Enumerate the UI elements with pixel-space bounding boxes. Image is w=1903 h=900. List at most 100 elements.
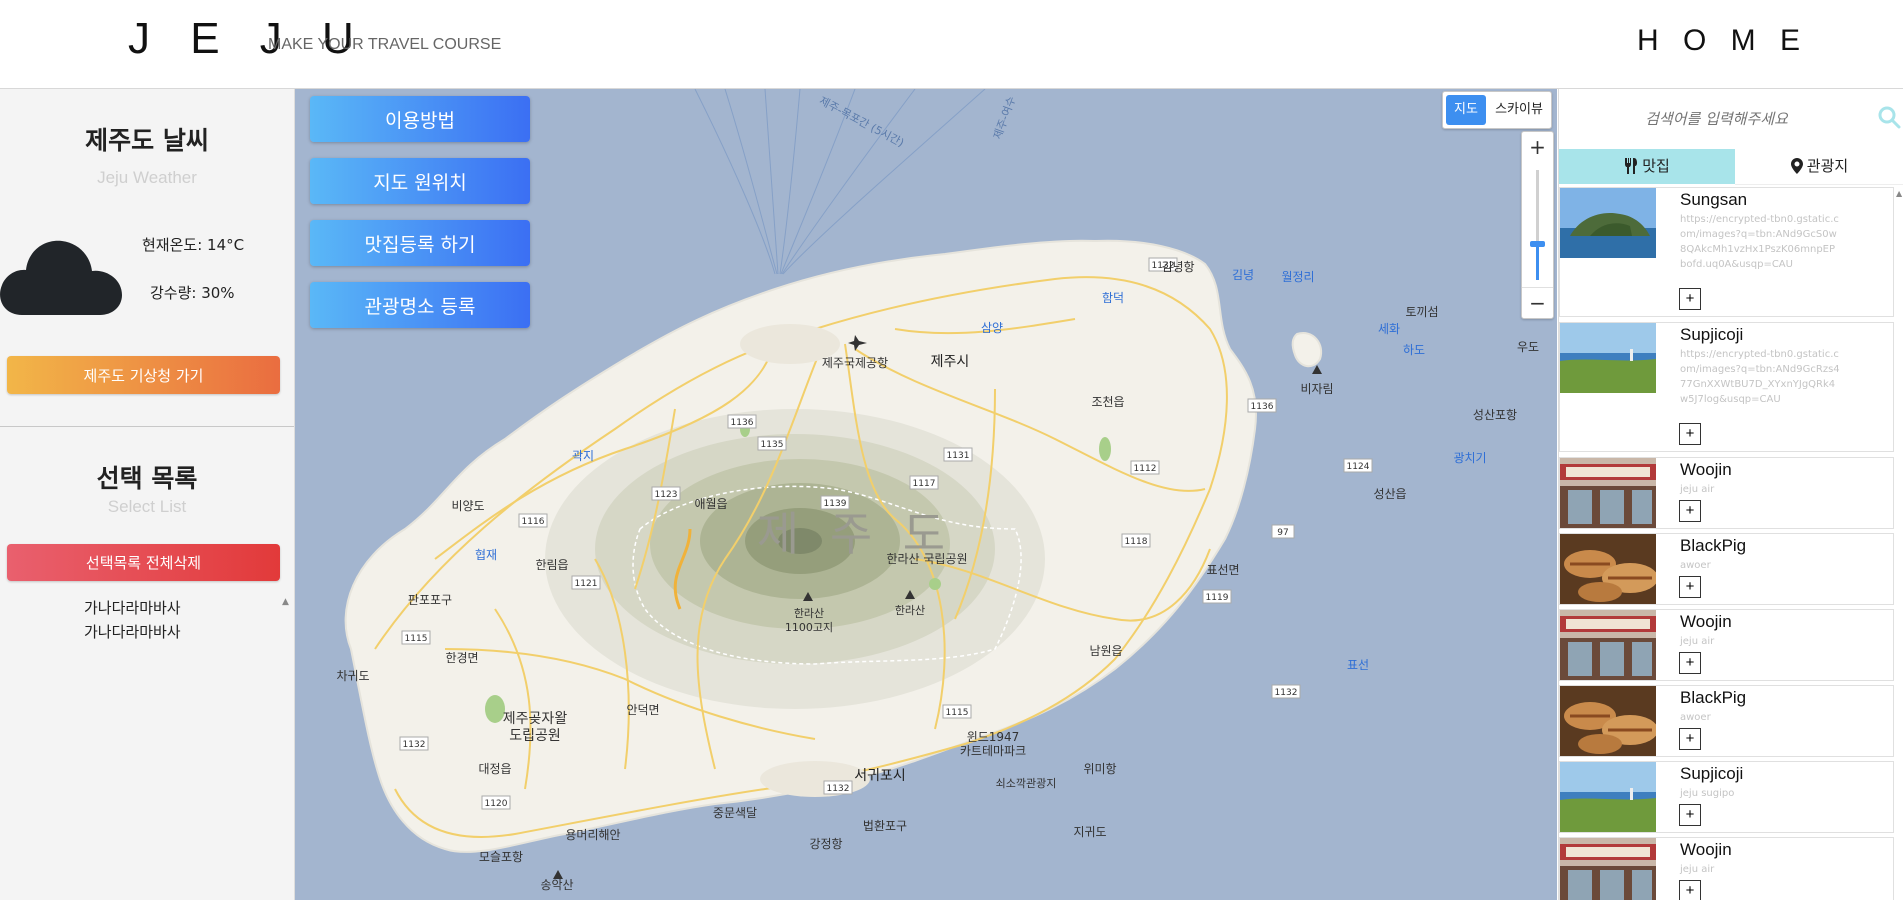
place-card[interactable]: Woojin jeju air +: [1559, 457, 1894, 529]
place-name: BlackPig: [1680, 536, 1747, 555]
road-label: 1118: [1125, 537, 1148, 547]
add-place-button[interactable]: +: [1679, 652, 1701, 674]
place-card[interactable]: Supjicoji jeju sugipo +: [1559, 761, 1894, 833]
map-type-skyview-button[interactable]: 스카이뷰: [1489, 95, 1549, 125]
add-place-button[interactable]: +: [1679, 804, 1701, 826]
place-name: Sungsan: [1680, 190, 1748, 209]
pyoseon-label: 표선: [1347, 658, 1369, 672]
place-thumbnail: [1560, 686, 1656, 756]
road-label: 1124: [1347, 462, 1370, 472]
usage-guide-button[interactable]: 이용방법: [310, 96, 530, 142]
list-item[interactable]: 가나다라마바사: [84, 621, 181, 642]
gimnyeong-label: 김녕항: [1161, 260, 1194, 274]
place-thumbnail: [1560, 323, 1656, 393]
seongsan-label: 성산읍: [1373, 487, 1406, 501]
place-card[interactable]: BlackPig awoer +: [1559, 685, 1894, 757]
seogwipo-label: 서귀포시: [854, 768, 906, 784]
soesokkak-label: 쇠소깍관광지: [996, 777, 1057, 790]
place-thumbnail: [1560, 610, 1656, 680]
zoom-control: + −: [1521, 131, 1554, 319]
cloud-icon: [0, 240, 122, 315]
place-card[interactable]: Supjicoji https://encrypted-tbn0.gstatic.…: [1559, 322, 1894, 452]
place-name: Woojin: [1680, 840, 1732, 859]
road-label: 1119: [1206, 593, 1229, 603]
place-card[interactable]: BlackPig awoer +: [1559, 533, 1894, 605]
divider: [0, 426, 294, 427]
add-place-button[interactable]: +: [1679, 728, 1701, 750]
road-label: 1136: [731, 418, 754, 428]
place-name: Woojin: [1680, 612, 1732, 631]
road-label: 1132: [1275, 688, 1298, 698]
moseulpo-label: 모슬포항: [479, 850, 523, 864]
register-restaurant-button[interactable]: 맛집등록 하기: [310, 220, 530, 266]
list-item[interactable]: 가나다라마바사: [84, 597, 181, 618]
tab-restaurants[interactable]: 맛집: [1559, 149, 1735, 184]
hamdeok-label: 함덕: [1102, 291, 1124, 305]
add-place-button[interactable]: +: [1679, 500, 1701, 522]
place-card[interactable]: Woojin jeju air +: [1559, 609, 1894, 681]
place-description: jeju sugipo: [1680, 788, 1735, 799]
windy-label: 윈드1947: [967, 730, 1020, 744]
search-bar: [1559, 89, 1903, 150]
tab-attractions-label: 관광지: [1806, 157, 1849, 175]
place-description: jeju air: [1680, 484, 1715, 495]
map-canvas[interactable]: 1132 1136 1135 1131 1139 1117 1123 1116 …: [295, 89, 1557, 900]
search-icon[interactable]: [1877, 105, 1901, 129]
place-name: Supjicoji: [1680, 325, 1744, 344]
tab-attractions[interactable]: 관광지: [1735, 149, 1903, 185]
jungmun-label: 중문색달: [713, 806, 757, 820]
add-place-button[interactable]: +: [1679, 576, 1701, 598]
search-input[interactable]: [1567, 99, 1866, 139]
add-place-button[interactable]: +: [1679, 288, 1701, 310]
map-type-map-button[interactable]: 지도: [1446, 95, 1486, 125]
bijarim-label: 비자림: [1300, 382, 1333, 396]
place-card[interactable]: Sungsan https://encrypted-tbn0.gstatic.co…: [1559, 187, 1894, 317]
place-description: awoer: [1680, 560, 1711, 571]
select-list-scrollbar[interactable]: ▲: [280, 597, 294, 900]
zoom-level-fill: [1536, 247, 1539, 280]
delete-all-button[interactable]: 선택목록 전체삭제: [7, 544, 280, 581]
hallim-label: 한림읍: [535, 558, 568, 572]
peak-1100-sub-label: 1100고지: [785, 621, 833, 634]
weather-title: 제주도 날씨: [85, 126, 209, 155]
zoom-in-button[interactable]: +: [1522, 132, 1553, 162]
road-label: 1135: [761, 440, 784, 450]
wimi-label: 위미항: [1083, 762, 1116, 776]
map[interactable]: 1132 1136 1135 1131 1139 1117 1123 1116 …: [295, 89, 1557, 900]
scroll-up-icon[interactable]: ▲: [1896, 189, 1902, 198]
biyangdo-label: 비양도: [451, 499, 484, 513]
sehwa-label: 세화: [1378, 322, 1400, 336]
place-description: jeju air: [1680, 864, 1715, 875]
seongsanpo-label: 성산포항: [1473, 408, 1517, 422]
hangyeong-label: 한경면: [445, 651, 478, 665]
category-tabs: 맛집 관광지: [1559, 149, 1903, 185]
weather-subtitle: Jeju Weather: [97, 168, 197, 187]
tab-restaurants-label: 맛집: [1642, 157, 1670, 175]
home-link[interactable]: H O M E: [1637, 24, 1808, 58]
zoom-handle[interactable]: [1530, 241, 1545, 247]
place-description: https://encrypted-tbn0.gstatic.com/image…: [1680, 214, 1839, 270]
place-list-scrollbar[interactable]: ▲: [1894, 187, 1903, 900]
map-reset-button[interactable]: 지도 원위치: [310, 158, 530, 204]
windy-park-label: 카트테마파크: [960, 744, 1026, 758]
add-place-button[interactable]: +: [1679, 880, 1701, 900]
road-label: 1121: [575, 579, 598, 589]
register-attraction-button[interactable]: 관광명소 등록: [310, 282, 530, 328]
precipitation-text: 강수량: 30%: [150, 284, 235, 302]
udo-label: 우도: [1517, 340, 1539, 354]
kma-button[interactable]: 제주도 기상청 가기: [7, 356, 280, 394]
hallasan-label: 한라산: [895, 604, 925, 617]
place-list: Sungsan https://encrypted-tbn0.gstatic.co…: [1559, 187, 1894, 900]
place-card[interactable]: Woojin jeju air +: [1559, 837, 1894, 900]
place-thumbnail: [1560, 838, 1656, 900]
chagwido-label: 차귀도: [336, 669, 369, 683]
tokkiseom-label: 토끼섬: [1405, 305, 1438, 319]
scroll-up-icon[interactable]: ▲: [282, 597, 289, 607]
daejeong-label: 대정읍: [478, 762, 511, 776]
mountain-icon: [553, 870, 563, 879]
road-label: 1136: [1251, 402, 1274, 412]
zoom-out-button[interactable]: −: [1522, 287, 1553, 318]
header: J E J U MAKE YOUR TRAVEL COURSE H O M E: [0, 0, 1903, 89]
gimnyeong-beach-label: 김녕: [1232, 268, 1254, 282]
add-place-button[interactable]: +: [1679, 423, 1701, 445]
